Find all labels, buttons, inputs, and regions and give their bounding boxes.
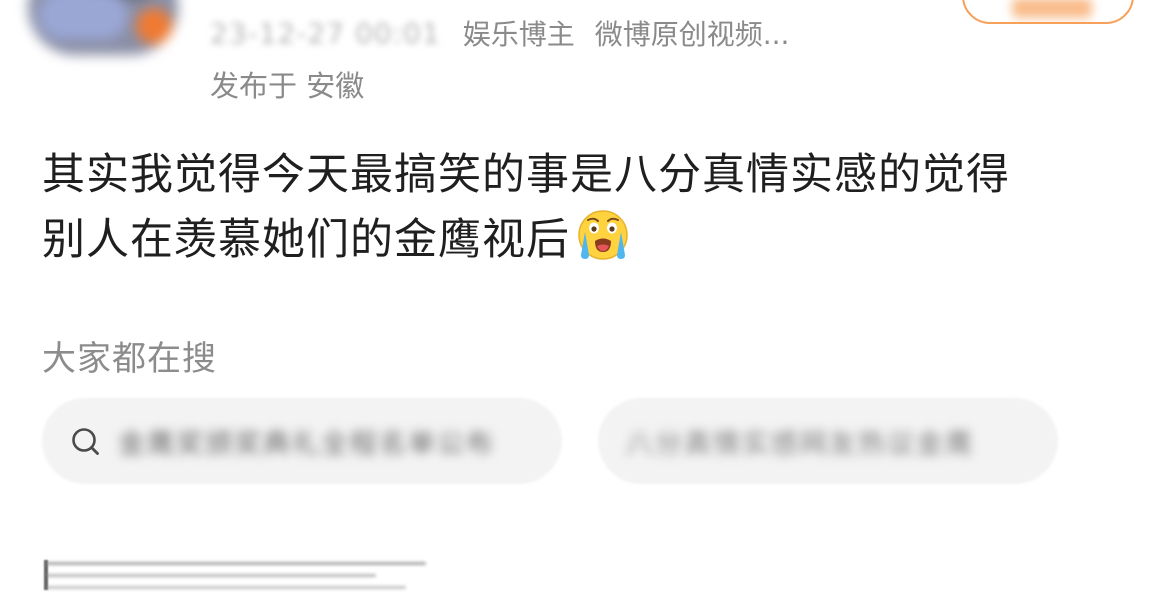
post-source: 微博原创视频... <box>594 18 790 51</box>
follow-button[interactable] <box>962 0 1134 24</box>
crying-face-icon <box>578 210 628 260</box>
post-text-line-2: 别人在羡慕她们的金鹰视后 <box>42 208 1112 273</box>
trending-title: 大家都在搜 <box>42 339 217 379</box>
post-text-line-2-content: 别人在羡慕她们的金鹰视后 <box>42 215 570 265</box>
next-section-fragment <box>40 552 450 604</box>
trending-item-text-2[interactable]: 八分真情实感网友热议金鹰 <box>626 422 974 461</box>
post-text-line: 其实我觉得今天最搞笑的事是八分真情实感的觉得 <box>42 150 1010 200</box>
author-tag: 娱乐博主 <box>462 18 575 51</box>
search-icon <box>72 428 99 455</box>
post-location: 发布于 安徽 <box>210 69 365 103</box>
post-meta: 23-12-27 00:01 娱乐博主 微博原创视频... <box>210 13 789 53</box>
post-text: 其实我觉得今天最搞笑的事是八分真情实感的觉得 别人在羡慕她们的金鹰视后 <box>42 143 1112 273</box>
post-timestamp: 23-12-27 00:01 <box>210 16 441 50</box>
author-avatar[interactable] <box>28 0 178 55</box>
trending-item-text[interactable]: 金鹰奖颁奖典礼全程名单公布 <box>118 422 495 461</box>
